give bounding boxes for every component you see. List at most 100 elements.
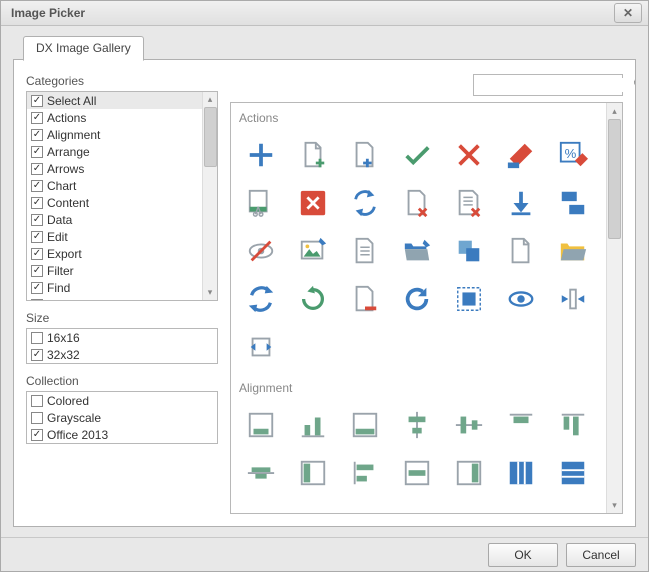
close-box-icon[interactable] [289,181,337,225]
size-section: Size 16x1632x32 [26,311,218,364]
size-listbox[interactable]: 16x1632x32 [26,328,218,364]
checkbox-icon[interactable] [31,395,43,407]
apply-icon[interactable] [393,133,441,177]
squeeze-icon[interactable] [549,277,597,321]
checkbox-icon[interactable] [31,332,43,344]
tab-dx-image-gallery[interactable]: DX Image Gallery [23,36,144,61]
category-item[interactable]: Export [27,245,217,262]
scroll-up-icon[interactable]: ▴ [607,103,622,119]
scroll-down-icon[interactable]: ▾ [203,285,217,300]
clear-formatting-icon[interactable]: % [549,133,597,177]
align-bottom-chart-icon[interactable] [289,403,337,447]
add-page-icon[interactable] [341,133,389,177]
align-bottom-center-icon[interactable] [237,403,285,447]
checkbox-icon[interactable] [31,248,43,260]
insert-image-icon[interactable] [289,229,337,273]
collection-item[interactable]: Office 2013 [27,426,217,443]
category-item[interactable]: Actions [27,109,217,126]
categories-listbox[interactable]: Select AllActionsAlignmentArrangeArrows C… [26,91,218,301]
checkbox-icon[interactable] [31,265,43,277]
category-item[interactable]: Alignment [27,126,217,143]
size-item[interactable]: 16x16 [27,329,217,346]
align-center-vert-icon[interactable] [445,403,493,447]
align-center-horiz-icon[interactable] [393,403,441,447]
open-icon[interactable] [549,229,597,273]
checkbox-icon[interactable] [31,412,43,424]
show-icon[interactable] [497,277,545,321]
search-input-container[interactable]: 🔍 [473,74,623,96]
checkbox-icon[interactable] [31,112,43,124]
categories-scrollbar[interactable]: ▴ ▾ [202,92,217,300]
checkbox-icon[interactable] [31,180,43,192]
category-item[interactable]: Arrange [27,143,217,160]
category-item[interactable]: Find [27,279,217,296]
category-item-label: Chart [47,179,76,193]
align-left-icon[interactable] [341,451,389,495]
checkbox-icon[interactable] [31,197,43,209]
align-right-box-icon[interactable] [445,451,493,495]
ok-button[interactable]: OK [488,543,558,567]
checkbox-icon[interactable] [31,299,43,301]
size-item[interactable]: 32x32 [27,346,217,363]
align-left-box-icon[interactable] [289,451,337,495]
redo-icon[interactable] [289,277,337,321]
checkbox-icon[interactable] [31,163,43,175]
checkbox-icon[interactable] [31,129,43,141]
checkbox-icon[interactable] [31,95,43,107]
category-item[interactable]: Chart [27,177,217,194]
add-file-icon[interactable] [289,133,337,177]
checkbox-icon[interactable] [31,349,43,361]
remove-file-icon[interactable] [341,277,389,321]
scroll-thumb[interactable] [608,119,621,239]
collection-listbox[interactable]: ColoredGrayscale Office 2013 [26,391,218,444]
add-icon[interactable] [237,133,285,177]
convert-icon[interactable] [341,181,389,225]
download-icon[interactable] [497,181,545,225]
open-folder-icon[interactable] [393,229,441,273]
align-bottom-rect-icon[interactable] [341,403,389,447]
cancel-button[interactable]: Cancel [566,543,636,567]
scroll-down-icon[interactable]: ▾ [607,497,622,513]
category-item[interactable]: Filter [27,262,217,279]
align-middle-box-icon[interactable] [393,451,441,495]
align-top-left-icon[interactable] [549,403,597,447]
category-item[interactable]: Select All [27,92,217,109]
checkbox-icon[interactable] [31,146,43,158]
close-button[interactable]: ✕ [614,3,642,23]
category-item[interactable]: Content [27,194,217,211]
align-justify-cols-icon[interactable] [497,451,545,495]
reset-icon[interactable] [393,277,441,321]
align-top-icon[interactable] [497,403,545,447]
align-mid-cross-icon[interactable] [237,451,285,495]
gallery-scrollbar[interactable]: ▴ ▾ [606,103,622,513]
refresh-icon[interactable] [237,277,285,321]
category-item[interactable]: Arrows [27,160,217,177]
search-input[interactable] [478,78,633,92]
delete-list-icon[interactable] [445,181,493,225]
checkbox-icon[interactable] [31,231,43,243]
new-doc-icon[interactable] [497,229,545,273]
collection-item[interactable]: Grayscale [27,409,217,426]
collection-item[interactable]: Colored [27,392,217,409]
collection-item-label: Office 2013 [47,428,108,442]
hide-icon[interactable] [237,229,285,273]
delete-file-icon[interactable] [393,181,441,225]
clear-icon[interactable] [497,133,545,177]
clip-icon[interactable] [237,181,285,225]
checkbox-icon[interactable] [31,214,43,226]
stretch-icon[interactable] [237,325,285,369]
cancel-icon[interactable] [445,133,493,177]
new-file-icon[interactable] [341,229,389,273]
scroll-up-icon[interactable]: ▴ [203,92,217,107]
align-justify-rows-icon[interactable] [549,451,597,495]
search-icon[interactable]: 🔍 [633,77,636,93]
scroll-thumb[interactable] [204,107,217,167]
category-item[interactable]: Format [27,296,217,300]
merge-icon[interactable] [445,229,493,273]
category-item[interactable]: Data [27,211,217,228]
checkbox-icon[interactable] [31,282,43,294]
select-all-icon[interactable] [445,277,493,321]
checkbox-icon[interactable] [31,429,43,441]
group-icon[interactable] [549,181,597,225]
category-item[interactable]: Edit [27,228,217,245]
